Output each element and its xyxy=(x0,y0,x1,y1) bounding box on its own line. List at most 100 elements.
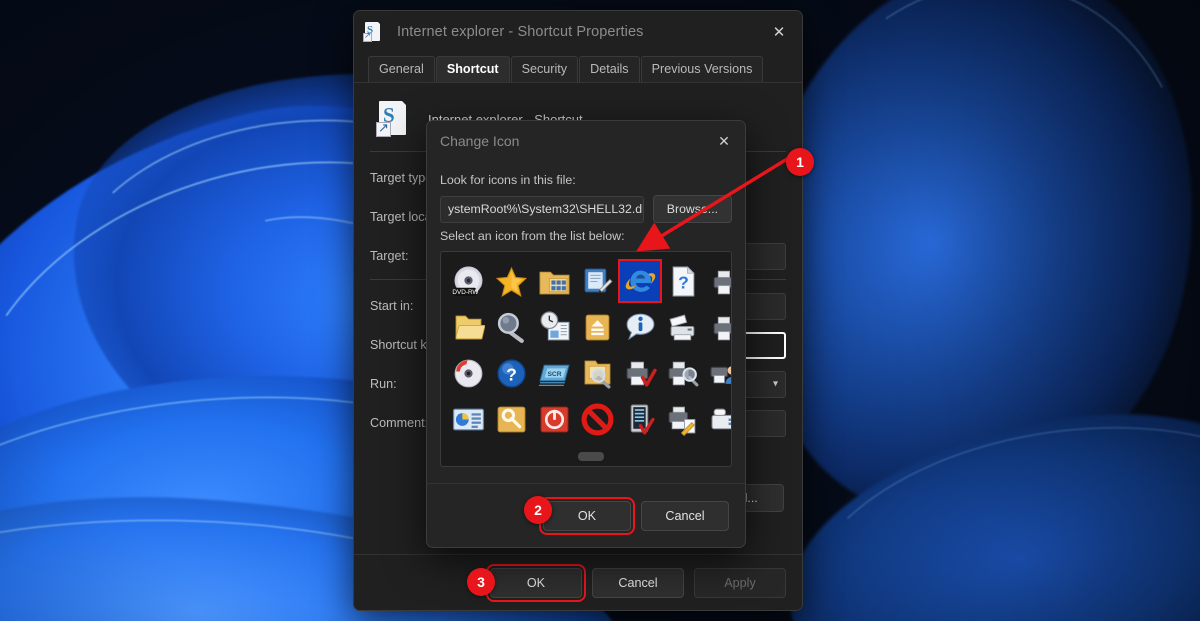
icon-cell-folder-icon[interactable] xyxy=(447,306,489,348)
recent-documents-clock-icon xyxy=(538,311,571,344)
icon-cell-magnifier-search-icon[interactable] xyxy=(490,306,532,348)
icon-cell-key-permissions-icon[interactable] xyxy=(490,398,532,440)
presentation-chart-icon xyxy=(452,403,485,436)
information-balloon-icon xyxy=(624,311,657,344)
default-printer-icon xyxy=(624,357,657,390)
annotation-badge-3: 3 xyxy=(467,568,495,596)
icon-cell-network-printer-icon-2[interactable] xyxy=(705,306,732,348)
properties-cancel-button[interactable]: Cancel xyxy=(592,568,684,598)
wallpaper-petal xyxy=(770,383,1200,621)
fax-machine-icon xyxy=(667,311,700,344)
icon-cell-fax-machine-icon[interactable] xyxy=(662,306,704,348)
icon-grid-row: ? SCR xyxy=(447,350,727,396)
eject-media-icon xyxy=(581,311,614,344)
icon-cell-internet-explorer-icon[interactable] xyxy=(619,260,661,302)
icon-cell-wizard-notepad-icon[interactable] xyxy=(576,260,618,302)
printer-search-icon xyxy=(667,357,700,390)
tab-security[interactable]: Security xyxy=(511,56,579,82)
svg-text:SCR: SCR xyxy=(547,371,561,378)
help-question-blue-icon: ? xyxy=(495,357,528,390)
dialog-title: Change Icon xyxy=(440,133,703,149)
close-icon[interactable]: ✕ xyxy=(703,121,745,161)
icon-cell-default-printer-icon[interactable] xyxy=(619,352,661,394)
icon-cell-search-folder-icon[interactable] xyxy=(576,352,618,394)
icon-cell-printer-search-icon[interactable] xyxy=(662,352,704,394)
icon-cell-help-question-blue-icon[interactable]: ? xyxy=(490,352,532,394)
properties-footer: OK Cancel Apply xyxy=(354,554,802,610)
change-icon-footer: OK Cancel xyxy=(427,483,745,547)
icon-list-label: Select an icon from the list below: xyxy=(440,229,732,243)
icon-cell-blocked-no-entry-icon[interactable] xyxy=(576,398,618,440)
printer-edit-icon xyxy=(667,403,700,436)
icon-cell-printer-edit-icon[interactable] xyxy=(662,398,704,440)
network-printer-icon xyxy=(710,311,733,344)
file-field-label: Look for icons in this file: xyxy=(440,173,732,187)
chevron-down-icon: ▾ xyxy=(773,379,778,390)
tab-previous-versions[interactable]: Previous Versions xyxy=(641,56,764,82)
icon-cell-screensaver-icon[interactable]: SCR xyxy=(533,352,575,394)
properties-title-bar: S Internet explorer - Shortcut Propertie… xyxy=(354,11,802,53)
server-tower-icon xyxy=(624,403,657,436)
search-folder-icon xyxy=(581,357,614,390)
icon-cell-star-icon[interactable] xyxy=(490,260,532,302)
icon-cell-presentation-chart-icon[interactable] xyxy=(447,398,489,440)
annotation-badge-1: 1 xyxy=(786,148,814,176)
change-icon-ok-button[interactable]: OK xyxy=(543,501,631,531)
icon-cell-fax-device-icon[interactable] xyxy=(705,398,732,440)
browse-button[interactable]: Browse... xyxy=(653,195,732,223)
dvd-rw-disc-icon: DVD-RW xyxy=(452,265,485,298)
magnifier-search-icon xyxy=(495,311,528,344)
icon-cell-shared-printer-users-icon[interactable] xyxy=(705,352,732,394)
star-icon xyxy=(495,265,528,298)
shared-printer-users-icon xyxy=(710,357,733,390)
desktop: S Internet explorer - Shortcut Propertie… xyxy=(0,0,1200,621)
properties-apply-button: Apply xyxy=(694,568,786,598)
icon-file-input[interactable]: ystemRoot%\System32\SHELL32.dll xyxy=(440,196,644,223)
change-icon-cancel-button[interactable]: Cancel xyxy=(641,501,729,531)
folder-icon xyxy=(452,311,485,344)
tab-shortcut[interactable]: Shortcut xyxy=(436,56,510,82)
internet-explorer-icon xyxy=(624,265,657,298)
icon-grid-row: DVD-RW xyxy=(447,258,727,304)
icon-cell-dvd-rw-disc-icon[interactable]: DVD-RW xyxy=(447,260,489,302)
icon-cell-information-balloon-icon[interactable] xyxy=(619,306,661,348)
key-permissions-icon xyxy=(495,403,528,436)
icon-grid[interactable]: DVD-RW xyxy=(440,251,732,467)
annotation-badge-2: 2 xyxy=(524,496,552,524)
wizard-notepad-icon xyxy=(581,265,614,298)
blocked-no-entry-icon xyxy=(581,403,614,436)
icon-grid-horizontal-scrollbar[interactable] xyxy=(447,451,725,462)
icon-grid-row xyxy=(447,396,727,442)
shortcut-document-icon: S xyxy=(376,101,410,137)
tab-details[interactable]: Details xyxy=(579,56,640,82)
tab-general[interactable]: General xyxy=(368,56,435,82)
icon-cell-help-question-document-icon[interactable]: ? xyxy=(662,260,704,302)
svg-text:?: ? xyxy=(678,272,689,292)
wallpaper-ribbon xyxy=(782,394,1200,621)
icon-cell-network-printer-icon[interactable] xyxy=(705,260,732,302)
icon-cell-disc-burn-icon[interactable] xyxy=(447,352,489,394)
shortcut-document-icon: S xyxy=(363,22,383,42)
icon-cell-folder-pictures-icon[interactable] xyxy=(533,260,575,302)
icon-cell-eject-media-icon[interactable] xyxy=(576,306,618,348)
network-printer-icon xyxy=(710,265,733,298)
change-icon-title-bar: Change Icon ✕ xyxy=(427,121,745,161)
page-title: Internet explorer - Shortcut Properties xyxy=(397,24,756,40)
file-field-row: ystemRoot%\System32\SHELL32.dll Browse..… xyxy=(440,195,732,223)
change-icon-dialog: Change Icon ✕ Look for icons in this fil… xyxy=(426,120,746,548)
properties-tab-strip: General Shortcut Security Details Previo… xyxy=(354,53,802,83)
svg-text:?: ? xyxy=(506,364,517,384)
icon-cell-recent-documents-clock-icon[interactable] xyxy=(533,306,575,348)
icon-grid-row xyxy=(447,304,727,350)
icon-cell-server-tower-icon[interactable] xyxy=(619,398,661,440)
close-icon[interactable]: ✕ xyxy=(756,11,802,53)
properties-ok-button[interactable]: OK xyxy=(490,568,582,598)
icon-cell-shutdown-power-icon[interactable] xyxy=(533,398,575,440)
screensaver-icon: SCR xyxy=(538,357,571,390)
help-question-document-icon: ? xyxy=(667,265,700,298)
shutdown-power-icon xyxy=(538,403,571,436)
disc-burn-icon xyxy=(452,357,485,390)
scrollbar-thumb[interactable] xyxy=(578,452,604,461)
fax-device-icon xyxy=(710,403,733,436)
change-icon-body: Look for icons in this file: ystemRoot%\… xyxy=(427,161,745,467)
